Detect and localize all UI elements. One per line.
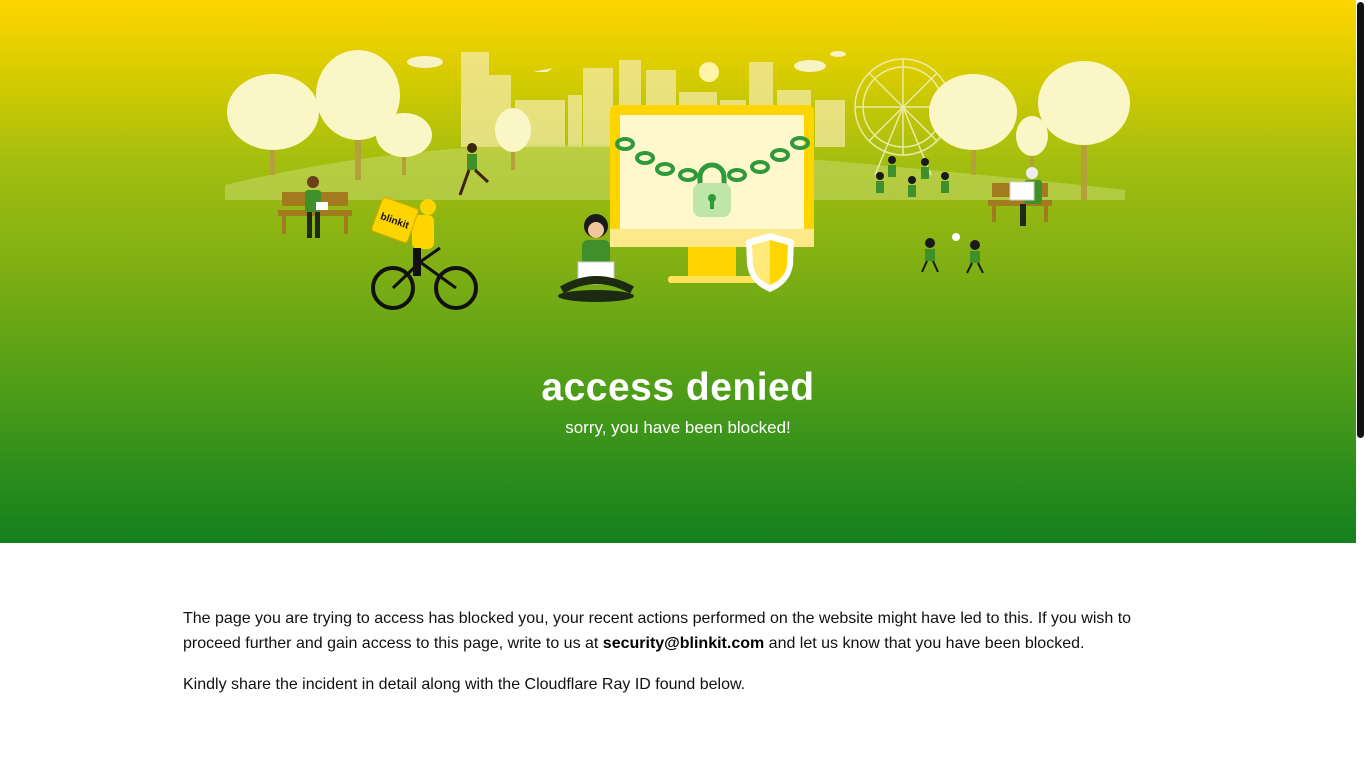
hero-banner: blinkit access denied sorry, you have be… xyxy=(0,0,1356,543)
blocked-explanation: The page you are trying to access has bl… xyxy=(183,606,1183,656)
page-subtitle: sorry, you have been blocked! xyxy=(565,418,791,437)
security-email-link[interactable]: security@blinkit.com xyxy=(603,635,764,652)
cyclist-delivery: blinkit xyxy=(371,196,478,310)
kids-playing xyxy=(921,233,984,274)
hero-illustration: blinkit xyxy=(225,50,1130,310)
blinkit-bag: blinkit xyxy=(371,196,419,244)
message-content: The page you are trying to access has bl… xyxy=(183,606,1183,697)
page-title: access denied xyxy=(541,366,815,409)
scrollbar-thumb[interactable] xyxy=(1357,2,1364,438)
ray-id-instruction: Kindly share the incident in detail alon… xyxy=(183,676,746,693)
shield-icon xyxy=(746,233,794,292)
person-reading-newspaper xyxy=(1009,167,1042,226)
sun-icon xyxy=(699,62,719,82)
explanation-text-end: and let us know that you have been block… xyxy=(764,635,1085,652)
vertical-scrollbar[interactable] xyxy=(1356,0,1366,768)
